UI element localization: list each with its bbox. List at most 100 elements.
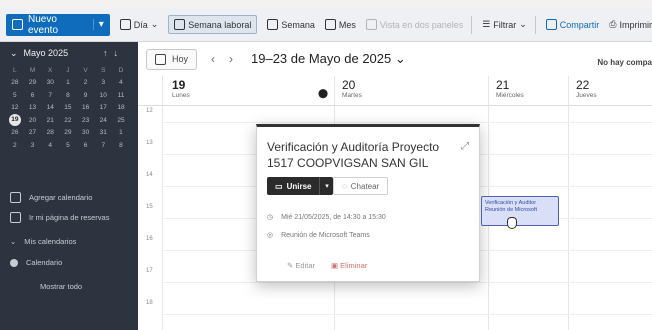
share-icon bbox=[545, 19, 557, 30]
share-button[interactable]: Compartir bbox=[545, 19, 600, 30]
join-button[interactable]: ▭ Unirse bbox=[267, 177, 320, 195]
mini-calendar-day[interactable]: 9 bbox=[77, 92, 95, 99]
mini-calendar-day[interactable]: 13 bbox=[24, 104, 42, 111]
mini-calendar-week: 26 27 28 29 30 31 1 bbox=[6, 127, 130, 140]
mini-calendar-day[interactable]: 7 bbox=[41, 92, 59, 99]
mini-calendar-day[interactable]: 18 bbox=[112, 104, 130, 111]
mini-calendar-day[interactable]: 8 bbox=[59, 92, 77, 99]
mini-calendar-day[interactable]: 31 bbox=[94, 129, 112, 136]
mini-calendar-day[interactable]: 1 bbox=[59, 79, 77, 86]
mini-calendar-day[interactable]: 11 bbox=[112, 92, 130, 99]
chevron-down-icon: ⌄ bbox=[519, 19, 527, 29]
mini-calendar-day[interactable]: 28 bbox=[6, 79, 24, 86]
new-event-button[interactable]: Nuevo evento ▾ bbox=[6, 13, 110, 36]
mini-calendar-day[interactable]: 6 bbox=[24, 92, 42, 99]
mini-calendar-day[interactable]: 1 bbox=[112, 129, 130, 136]
weekday-label: X bbox=[48, 66, 53, 74]
mini-calendar-day[interactable]: 15 bbox=[59, 104, 77, 111]
event-title: Verificación y Auditoría Proyecto 1517 C… bbox=[267, 140, 440, 170]
mini-calendar-grid: L M X J V S D 28 29 30 1 2 3 4 5 6 7 8 9 10 11 12 13 14 15 16 17 18… bbox=[6, 64, 130, 152]
mini-calendar-week: 19 20 21 22 23 24 25 bbox=[6, 114, 130, 127]
mini-calendar-day[interactable]: 30 bbox=[77, 129, 95, 136]
mini-calendar-day[interactable]: 17 bbox=[94, 104, 112, 111]
chevron-right-icon[interactable]: › bbox=[229, 52, 247, 66]
mini-calendar-day[interactable]: 10 bbox=[94, 92, 112, 99]
join-options-chevron-icon[interactable]: ▾ bbox=[319, 177, 334, 195]
week-label: Semana bbox=[281, 19, 315, 30]
mini-calendar-day[interactable]: 4 bbox=[41, 142, 59, 149]
mini-calendar-day[interactable]: 29 bbox=[24, 79, 42, 86]
mini-calendar-day[interactable]: 30 bbox=[41, 79, 59, 86]
date-range-picker[interactable]: 19–23 de Mayo de 2025 ⌄ bbox=[251, 51, 406, 67]
mini-calendar-day[interactable]: 4 bbox=[112, 79, 130, 86]
mini-calendar-day[interactable]: 12 bbox=[6, 104, 24, 111]
today-button[interactable]: Hoy bbox=[146, 48, 198, 70]
arrow-down-icon[interactable]: ↓ bbox=[114, 48, 125, 58]
mini-calendar-day[interactable]: 3 bbox=[24, 142, 42, 149]
calendar-add-icon bbox=[12, 19, 23, 30]
hour-label: 17 bbox=[146, 268, 153, 274]
trash-icon: ▣ bbox=[330, 261, 339, 270]
chevron-left-icon[interactable]: ‹ bbox=[211, 52, 229, 66]
mini-calendar-day[interactable]: 21 bbox=[41, 117, 59, 124]
chevron-down-icon[interactable]: ▾ bbox=[92, 19, 104, 30]
filter-button[interactable]: ☰ Filtrar ⌄ bbox=[482, 19, 527, 30]
mini-calendar-day[interactable]: 8 bbox=[112, 142, 130, 149]
filter-icon: ☰ bbox=[482, 19, 491, 29]
mini-calendar-day[interactable]: 5 bbox=[59, 142, 77, 149]
work-week-view-button[interactable]: Semana laboral bbox=[168, 15, 258, 34]
delete-button[interactable]: ▣ Eliminar bbox=[331, 261, 367, 270]
mini-calendar-day[interactable]: 6 bbox=[77, 142, 95, 149]
hour-gridline bbox=[162, 282, 652, 283]
weekday-label: M bbox=[29, 66, 36, 74]
day-header-tue[interactable]: 20 Martes bbox=[342, 78, 362, 99]
filter-label: Filtrar bbox=[493, 19, 517, 30]
event-time: Mié 21/05/2025, de 14:30 a 15:30 bbox=[281, 213, 386, 221]
mini-calendar-day[interactable]: 2 bbox=[77, 79, 95, 86]
mini-calendar-day[interactable]: 24 bbox=[94, 117, 112, 124]
expand-icon[interactable]: ⤢ bbox=[461, 141, 469, 152]
toolbar-divider bbox=[471, 15, 473, 34]
share-label: Compartir bbox=[559, 19, 600, 30]
chat-button[interactable]: ◌ Chatear bbox=[333, 177, 389, 195]
mini-calendar-day[interactable]: 2 bbox=[6, 142, 24, 149]
add-calendar-link[interactable]: Agregar calendario bbox=[10, 192, 92, 203]
split-view-label: Vista en dos paneles bbox=[379, 19, 464, 30]
mini-calendar-day[interactable]: 25 bbox=[112, 117, 130, 124]
day-header-mon[interactable]: 19 Lunes bbox=[172, 78, 190, 99]
split-view-button[interactable]: Vista en dos paneles bbox=[365, 19, 464, 30]
hour-label: 12 bbox=[146, 108, 153, 114]
mini-calendar-day[interactable]: 26 bbox=[6, 129, 24, 136]
day-number: 21 bbox=[496, 78, 510, 92]
day-header-wed[interactable]: 21 Miércoles bbox=[496, 78, 524, 99]
mini-calendar-header: ⌄ Mayo 2025 bbox=[10, 48, 68, 59]
mini-calendar-day[interactable]: 14 bbox=[41, 104, 59, 111]
mini-calendar-day[interactable]: 23 bbox=[77, 117, 95, 124]
mini-calendar-day[interactable]: 19 bbox=[8, 114, 21, 127]
mini-calendar-day[interactable]: 3 bbox=[94, 79, 112, 86]
mini-calendar-day[interactable]: 16 bbox=[77, 104, 95, 111]
mini-calendar-day[interactable]: 7 bbox=[94, 142, 112, 149]
mini-calendar-day[interactable]: 28 bbox=[41, 129, 59, 136]
month-view-button[interactable]: Mes bbox=[324, 19, 356, 30]
chevron-down-icon[interactable]: ⌄ bbox=[10, 48, 18, 59]
show-all-label: Mostrar todo bbox=[40, 282, 83, 291]
mini-calendar-day[interactable]: 22 bbox=[59, 117, 77, 124]
edit-button[interactable]: ✎ Editar bbox=[287, 261, 315, 270]
arrow-up-icon[interactable]: ↑ bbox=[103, 48, 114, 58]
mini-calendar-day[interactable]: 20 bbox=[24, 117, 42, 124]
booking-icon bbox=[10, 212, 21, 223]
week-view-button[interactable]: Semana bbox=[267, 19, 315, 30]
show-all-link[interactable]: Mostrar todo bbox=[40, 282, 82, 291]
calendar-item[interactable]: Calendario bbox=[10, 258, 62, 267]
mini-calendar-day[interactable]: 5 bbox=[6, 92, 24, 99]
calendar-event-block[interactable]: Verificación y Auditor Reunión de Micros… bbox=[481, 196, 559, 226]
mini-calendar-day[interactable]: 27 bbox=[24, 129, 42, 136]
day-view-button[interactable]: Día ⌄ bbox=[119, 19, 158, 30]
pencil-icon: ✎ bbox=[287, 261, 294, 270]
mini-calendar-day[interactable]: 29 bbox=[59, 129, 77, 136]
my-calendars-group[interactable]: ⌄ Mis calendarios bbox=[10, 237, 76, 246]
day-header-thu[interactable]: 22 Jueves bbox=[576, 78, 597, 99]
booking-page-link[interactable]: Ir mi página de reservas bbox=[10, 212, 109, 223]
print-button[interactable]: ⎙ Imprimir bbox=[609, 19, 652, 30]
